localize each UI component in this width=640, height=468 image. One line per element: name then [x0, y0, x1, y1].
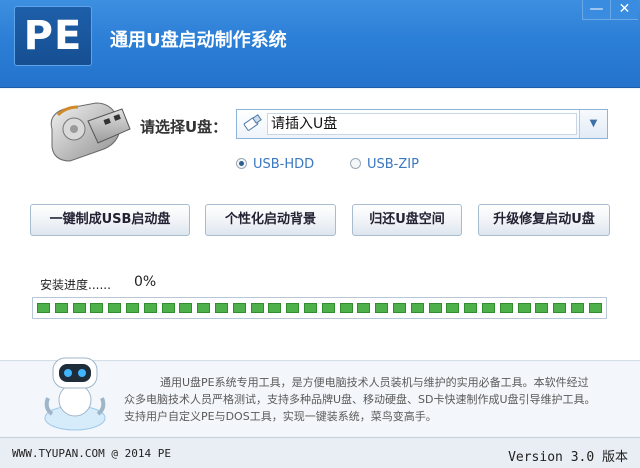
progress-segment [161, 303, 175, 313]
progress-segment [197, 303, 211, 313]
radio-label-hdd: USB-HDD [253, 157, 315, 172]
product-description: 通用U盘PE系统专用工具，是方便电脑技术人员装机与维护的实用必备工具。本软件经过… [124, 374, 624, 425]
description-line: 通用U盘PE系统专用工具，是方便电脑技术人员装机与维护的实用必备工具。本软件经过 [160, 376, 589, 389]
progress-segment [179, 303, 193, 313]
radio-usb-zip[interactable]: USB-ZIP [350, 157, 419, 172]
usb-mini-icon [243, 114, 262, 131]
minimize-button[interactable]: — [582, 0, 610, 20]
close-button[interactable]: ✕ [610, 0, 638, 20]
progress-segment [268, 303, 282, 313]
usb-select-value: 请插入U盘 [267, 113, 577, 135]
progress-segment [392, 303, 406, 313]
progress-segment [588, 303, 602, 313]
progress-segment [499, 303, 513, 313]
progress-segment [125, 303, 139, 313]
radio-label-zip: USB-ZIP [367, 157, 419, 172]
progress-segment [232, 303, 246, 313]
upgrade-repair-usb-button[interactable]: 升级修复启动U盘 [478, 204, 610, 236]
progress-segment [143, 303, 157, 313]
progress-segment [286, 303, 300, 313]
progress-track [37, 303, 602, 313]
progress-segment [481, 303, 495, 313]
progress-segment [375, 303, 389, 313]
radio-usb-hdd[interactable]: USB-HDD [236, 157, 314, 172]
description-line: 众多电脑技术人员严格测试，支持多种品牌U盘、移动硬盘、SD卡快速制作成U盘引导维… [124, 393, 596, 406]
progress-segment [410, 303, 424, 313]
progress-segment [90, 303, 104, 313]
radio-indicator-checked[interactable] [236, 158, 247, 169]
app-logo: PE [14, 6, 92, 66]
robot-mascot-icon [44, 357, 106, 431]
progress-value: 0% [134, 274, 157, 290]
footer-bar: WWW.TYUPAN.COM @ 2014 PE Version 3.0 版本 [0, 437, 640, 468]
progress-label: 安装进度...... [40, 278, 111, 292]
progress-segment [357, 303, 371, 313]
progress-segment [428, 303, 442, 313]
copyright-text: WWW.TYUPAN.COM @ 2014 PE [12, 447, 171, 460]
progress-segment [108, 303, 122, 313]
progress-segment [464, 303, 478, 313]
progress-segment [250, 303, 264, 313]
progress-segment [570, 303, 584, 313]
make-usb-boot-button[interactable]: 一键制成USB启动盘 [30, 204, 190, 236]
title-bar: PE 通用U盘启动制作系统 — ✕ [0, 0, 640, 88]
usb-drive-icon [50, 102, 131, 162]
radio-indicator[interactable] [350, 158, 361, 169]
progress-segment [517, 303, 531, 313]
restore-usb-space-button[interactable]: 归还U盘空间 [352, 204, 462, 236]
progress-segment [37, 303, 50, 313]
progress-bar [32, 297, 607, 319]
progress-segment [553, 303, 567, 313]
progress-segment [446, 303, 460, 313]
version-text: Version 3.0 版本 [508, 450, 628, 465]
usb-select-dropdown[interactable]: 请插入U盘 ▼ [236, 109, 608, 139]
progress-segment [72, 303, 86, 313]
progress-segment [321, 303, 335, 313]
progress-segment [535, 303, 549, 313]
progress-segment [214, 303, 228, 313]
description-line: 支持用户自定义PE与DOS工具，实现一键装系统，菜鸟变高手。 [124, 410, 437, 423]
custom-boot-background-button[interactable]: 个性化启动背景 [205, 204, 336, 236]
chevron-down-icon[interactable]: ▼ [579, 110, 607, 138]
progress-segment [303, 303, 317, 313]
usb-select-label: 请选择U盘： [140, 118, 228, 136]
main-panel: 请选择U盘： 请插入U盘 ▼ USB-HDD USB-ZIP 一键制成USB启动… [0, 89, 640, 361]
progress-segment [339, 303, 353, 313]
progress-segment [54, 303, 68, 313]
app-title: 通用U盘启动制作系统 [110, 30, 287, 51]
